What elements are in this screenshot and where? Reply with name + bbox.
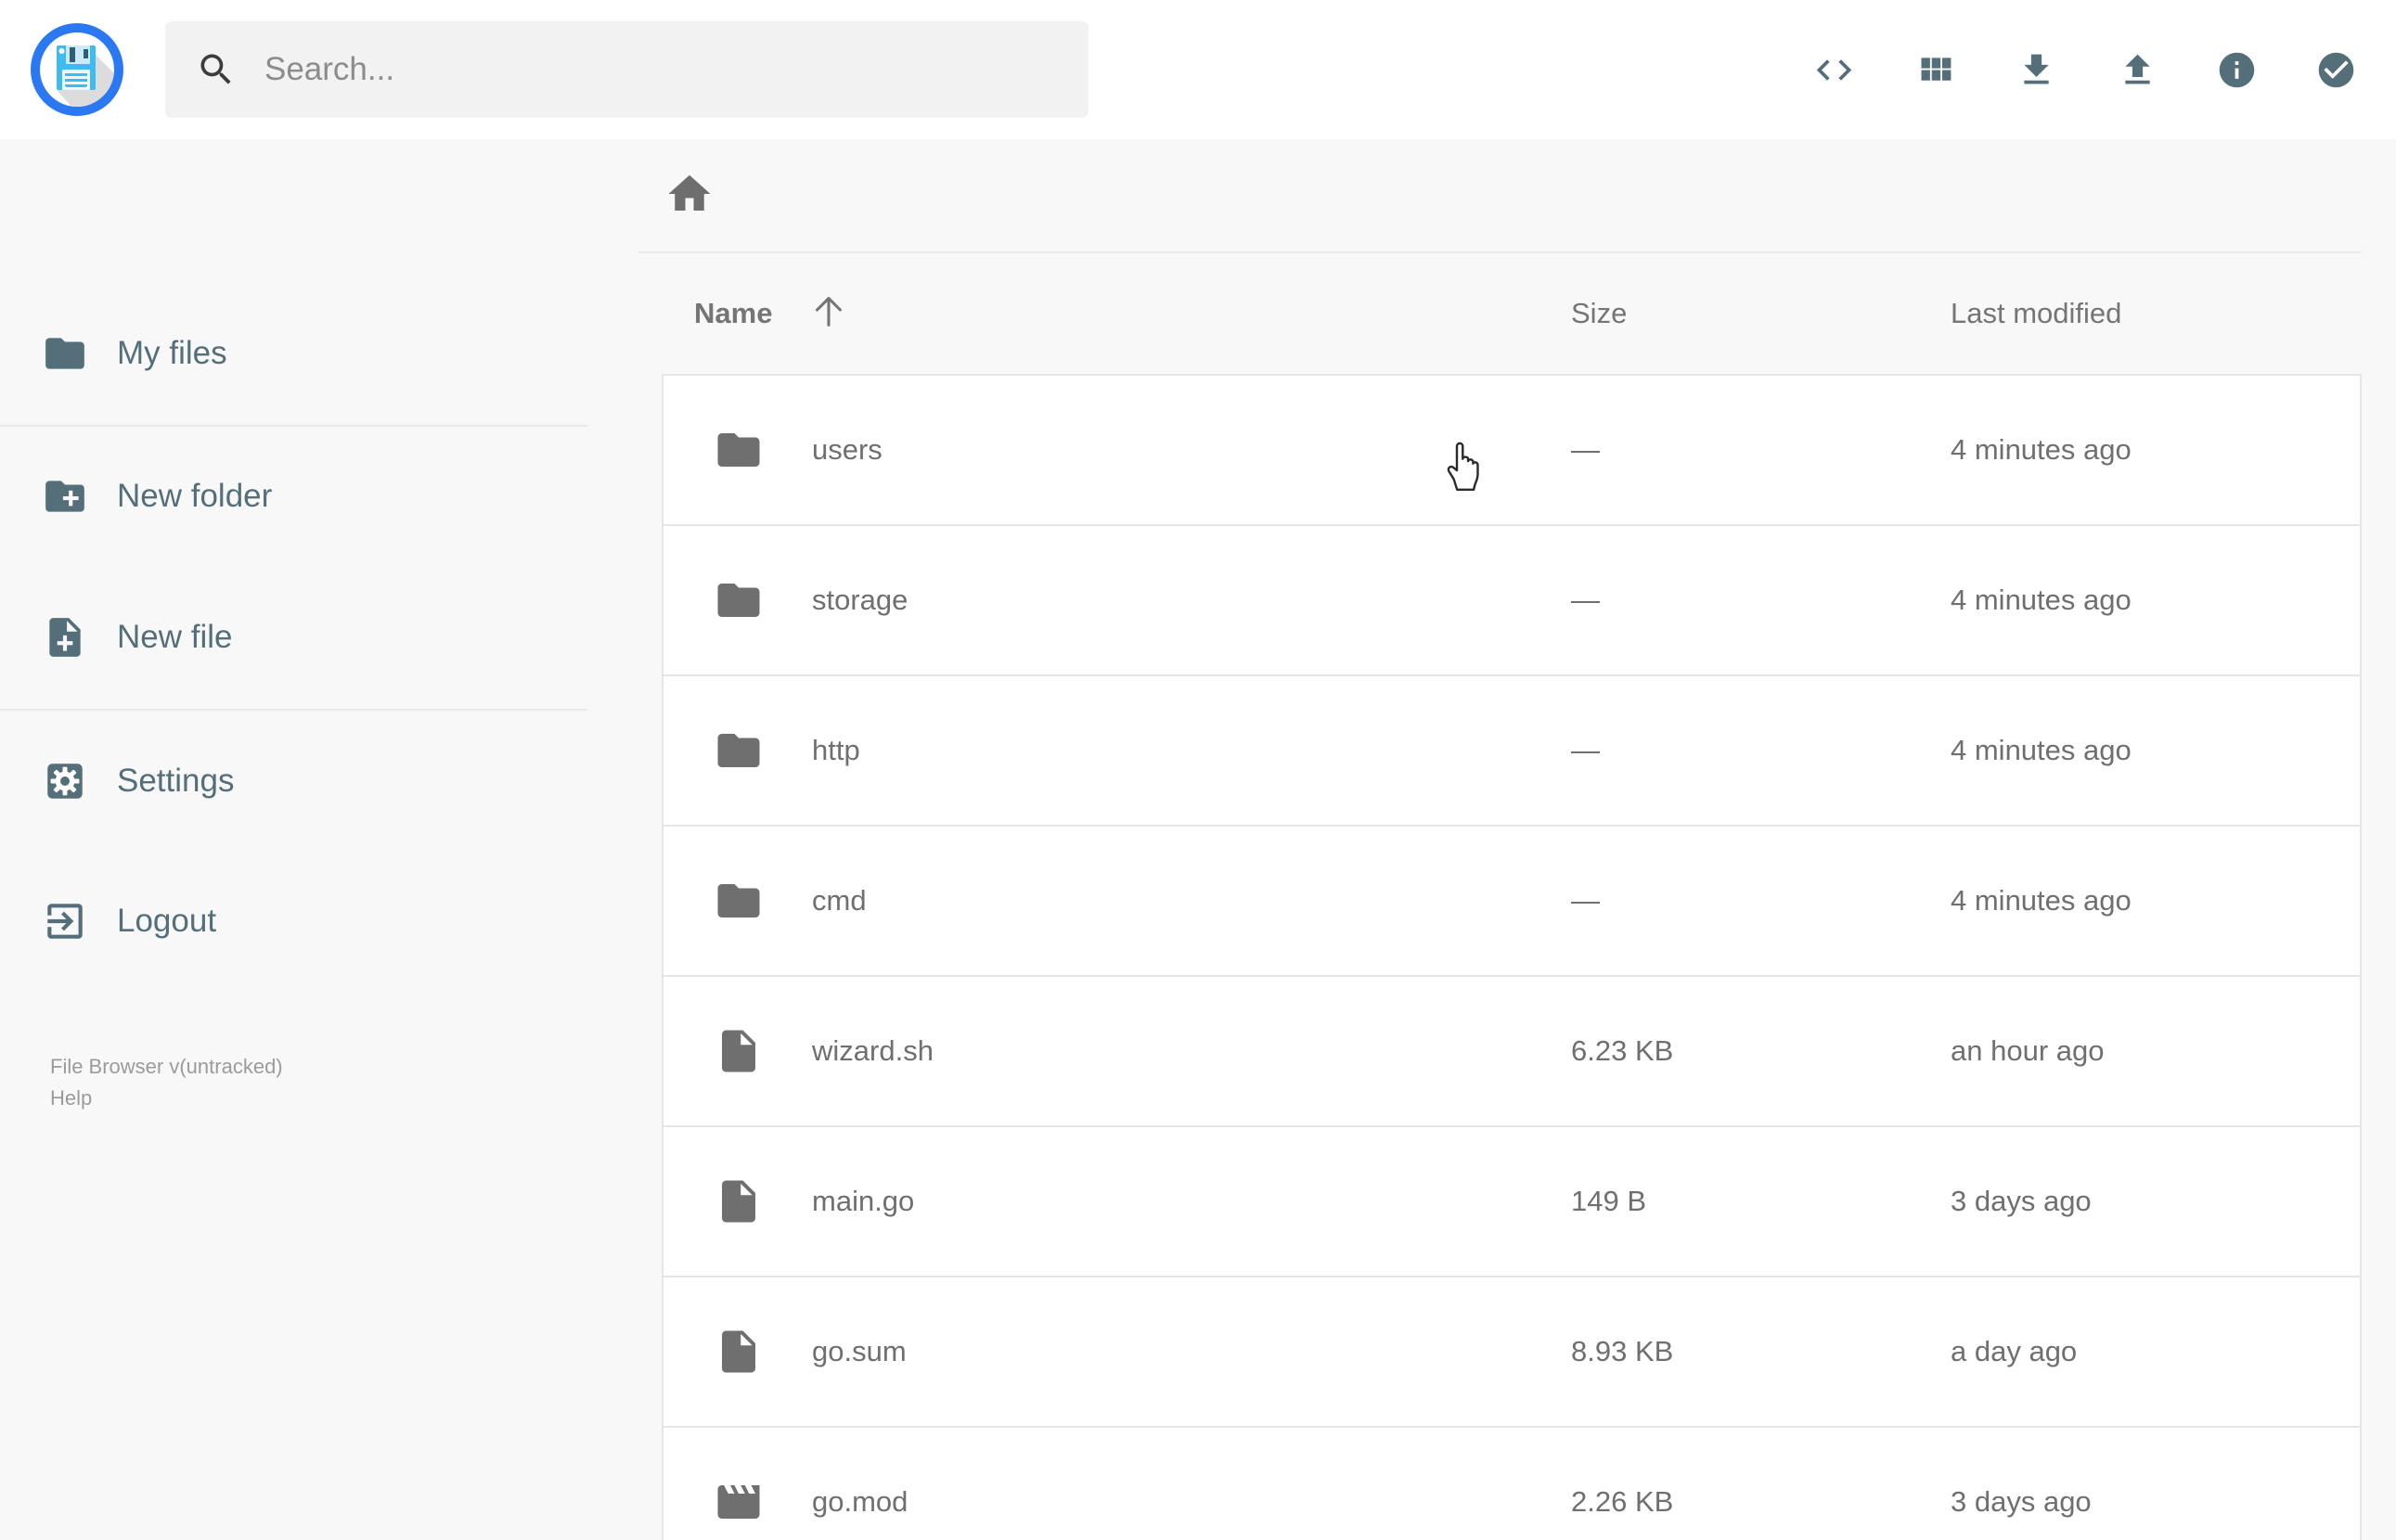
file-modified: 4 minutes ago — [1951, 734, 2132, 766]
file-size: — — [1571, 584, 1600, 616]
search-box — [165, 21, 1089, 118]
file-name: go.mod — [812, 1485, 908, 1518]
file-modified: a day ago — [1951, 1335, 2078, 1367]
listing-row-wizard.sh[interactable]: wizard.sh 6.23 KB an hour ago — [663, 977, 2360, 1127]
home-icon — [668, 174, 711, 211]
new-folder-icon — [45, 481, 84, 512]
settings-icon — [47, 764, 83, 799]
listing-row-go.sum[interactable]: go.sum 8.93 KB a day ago — [663, 1277, 2360, 1428]
file-name: storage — [812, 584, 908, 616]
file-size: 6.23 KB — [1571, 1034, 1674, 1067]
sidebar-item-logout[interactable]: Logout — [42, 892, 216, 950]
sidebar-divider — [0, 425, 587, 427]
file-modified: 4 minutes ago — [1951, 433, 2132, 466]
select-check-icon — [2318, 52, 2354, 88]
file-icon — [722, 1180, 755, 1223]
top-header-bar — [0, 0, 2396, 139]
row-type-icon — [714, 1477, 764, 1527]
select-multiple-button[interactable] — [2315, 49, 2357, 91]
file-name: go.sum — [812, 1335, 907, 1367]
file-name: http — [812, 734, 860, 766]
listing-row-main.go[interactable]: main.go 149 B 3 days ago — [663, 1127, 2360, 1277]
new-file-icon — [49, 618, 81, 657]
file-name: wizard.sh — [812, 1034, 934, 1067]
info-icon — [2219, 52, 2255, 88]
download-button[interactable] — [2016, 49, 2057, 91]
upload-icon — [2125, 54, 2150, 84]
folder-icon — [717, 884, 760, 918]
file-size: 149 B — [1571, 1185, 1647, 1217]
app-version-text: File Browser v(untracked) — [50, 1055, 283, 1078]
download-icon — [2024, 54, 2049, 84]
file-modified: 4 minutes ago — [1951, 584, 2132, 616]
row-type-icon — [714, 1327, 764, 1377]
sidebar-divider — [0, 709, 587, 711]
floppy-disk-icon — [57, 45, 114, 107]
file-icon — [722, 1330, 755, 1373]
sidebar-item-label: Logout — [117, 903, 217, 939]
listing-row-http[interactable]: http — 4 minutes ago — [663, 676, 2360, 827]
sidebar-item-new-folder[interactable]: New folder — [42, 468, 272, 525]
column-header-size[interactable]: Size — [1571, 297, 1627, 330]
listing-row-users[interactable]: users — 4 minutes ago — [663, 376, 2360, 526]
sidebar-item-label: My files — [117, 335, 227, 371]
search-input[interactable] — [165, 21, 1089, 118]
listing-row-cmd[interactable]: cmd — 4 minutes ago — [663, 827, 2360, 977]
column-header-modified[interactable]: Last modified — [1951, 297, 2121, 330]
row-type-icon — [714, 1026, 764, 1076]
sidebar-item-my-files[interactable]: My files — [42, 325, 227, 382]
sidebar-item-label: New file — [117, 619, 233, 655]
sidebar: My files New folder New file Settings Lo… — [0, 139, 587, 1540]
file-size: 8.93 KB — [1571, 1335, 1674, 1367]
folder-icon — [717, 433, 760, 467]
folder-icon — [45, 338, 84, 369]
file-modified: 4 minutes ago — [1951, 884, 2132, 917]
row-type-icon — [714, 575, 764, 625]
switch-view-code-button[interactable] — [1813, 49, 1855, 91]
folder-icon — [717, 584, 760, 617]
file-size: — — [1571, 433, 1600, 466]
row-type-icon — [714, 876, 764, 926]
row-type-icon — [714, 1176, 764, 1226]
file-name: main.go — [812, 1185, 915, 1217]
grid-view-icon — [1921, 58, 1952, 81]
sidebar-item-settings[interactable]: Settings — [42, 752, 234, 810]
breadcrumb-divider — [638, 251, 2362, 253]
row-type-icon — [714, 425, 764, 475]
breadcrumb-home-button[interactable] — [664, 169, 715, 219]
sidebar-item-label: New folder — [117, 478, 273, 514]
sidebar-item-label: Settings — [117, 763, 235, 799]
help-link[interactable]: Help — [50, 1083, 283, 1114]
info-button[interactable] — [2216, 49, 2258, 91]
row-type-icon — [714, 725, 764, 776]
listing-row-storage[interactable]: storage — 4 minutes ago — [663, 526, 2360, 676]
column-header-name[interactable]: Name — [694, 297, 772, 330]
sidebar-footer: File Browser v(untracked) Help — [50, 1051, 283, 1114]
file-size: — — [1571, 884, 1600, 917]
listing-row-go.mod[interactable]: go.mod 2.26 KB 3 days ago — [663, 1428, 2360, 1540]
file-modified: an hour ago — [1951, 1034, 2105, 1067]
file-name: users — [812, 433, 882, 466]
filebrowser-app: { "app": {"name": "File Browser"}, "colo… — [0, 0, 2396, 1540]
folder-icon — [717, 734, 760, 767]
app-logo — [31, 23, 123, 116]
movie-icon — [717, 1485, 760, 1519]
file-size: 2.26 KB — [1571, 1485, 1674, 1518]
arrow-up-icon[interactable] — [807, 289, 850, 337]
sidebar-item-new-file[interactable]: New file — [42, 609, 232, 666]
upload-button[interactable] — [2117, 49, 2158, 91]
file-name: cmd — [812, 884, 867, 917]
logout-icon — [47, 904, 83, 939]
file-listing: users — 4 minutes ago storage — 4 minute… — [662, 374, 2362, 1540]
file-icon — [722, 1030, 755, 1072]
file-size: — — [1571, 734, 1600, 766]
file-modified: 3 days ago — [1951, 1185, 2092, 1217]
grid-view-button[interactable] — [1914, 49, 1956, 91]
code-icon — [1816, 59, 1852, 81]
file-modified: 3 days ago — [1951, 1485, 2092, 1518]
